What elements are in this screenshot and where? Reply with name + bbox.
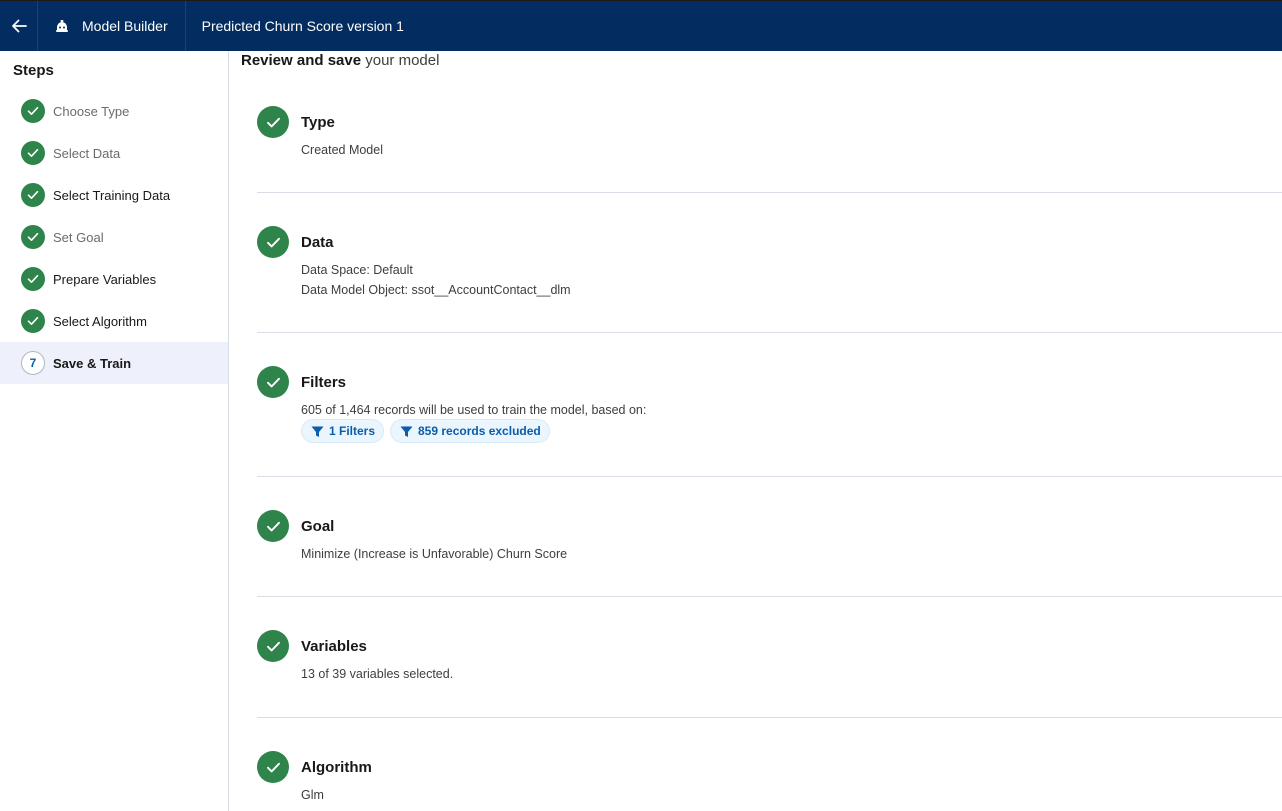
pill-label: 859 records excluded (418, 424, 541, 438)
steps-sidebar: Steps Choose Type Select Data Select Tra… (0, 51, 229, 811)
section-line: Glm (301, 788, 324, 802)
section-line: Data Space: Default (301, 263, 413, 277)
model-title: Predicted Churn Score version 1 (201, 18, 404, 34)
check-circle-icon (257, 226, 289, 258)
step-label: Save & Train (53, 355, 132, 371)
review-section-variables: Variables 13 of 39 variables selected. (257, 597, 1282, 718)
review-section-filters: Filters 605 of 1,464 records will be use… (257, 333, 1282, 477)
app-title: Model Builder (82, 18, 168, 34)
page-heading: Review and save your model (241, 52, 439, 69)
step-label: Choose Type (53, 103, 130, 119)
check-circle-icon (257, 751, 289, 783)
review-section-data: Data Data Space: Default Data Model Obje… (257, 193, 1282, 333)
page-heading-bold: Review and save (241, 52, 362, 69)
section-title: Algorithm (301, 759, 372, 776)
check-icon (21, 99, 45, 123)
section-title: Filters (301, 374, 347, 391)
section-title: Variables (301, 638, 367, 655)
section-line: 13 of 39 variables selected. (301, 667, 454, 681)
einstein-icon (54, 18, 70, 34)
back-button[interactable] (0, 1, 38, 51)
step-choose-type[interactable]: Choose Type (0, 90, 228, 132)
step-select-algorithm[interactable]: Select Algorithm (0, 300, 228, 342)
steps-title: Steps (13, 62, 54, 79)
review-section-type: Type Created Model (257, 103, 1282, 193)
step-label: Set Goal (53, 229, 104, 245)
check-circle-icon (257, 510, 289, 542)
arrow-left-icon (11, 19, 27, 33)
page-heading-rest: your model (365, 52, 440, 69)
section-line: 605 of 1,464 records will be used to tra… (301, 403, 647, 417)
check-icon (21, 267, 45, 291)
check-circle-icon (257, 630, 289, 662)
step-label: Select Training Data (53, 187, 171, 203)
step-select-training-data[interactable]: Select Training Data (0, 174, 228, 216)
step-save-train[interactable]: 7 Save & Train (0, 342, 228, 384)
check-circle-icon (257, 106, 289, 138)
global-header: Model Builder Predicted Churn Score vers… (0, 0, 1282, 51)
section-title: Goal (301, 518, 335, 535)
filters-count-pill[interactable]: 1 Filters (301, 419, 385, 443)
app-launcher[interactable]: Model Builder (38, 1, 186, 51)
filter-icon (311, 426, 324, 437)
section-line: Minimize (Increase is Unfavorable) Churn… (301, 547, 568, 561)
check-icon (21, 183, 45, 207)
step-label: Prepare Variables (53, 271, 157, 287)
filter-icon (400, 426, 413, 437)
check-circle-icon (257, 366, 289, 398)
section-title: Data (301, 234, 334, 251)
check-icon (21, 225, 45, 249)
step-label: Select Data (53, 145, 121, 161)
check-icon (21, 141, 45, 165)
records-excluded-pill[interactable]: 859 records excluded (390, 419, 550, 443)
step-label: Select Algorithm (53, 313, 147, 329)
section-title: Type (301, 114, 335, 131)
check-icon (21, 309, 45, 333)
section-line: Data Model Object: ssot__AccountContact_… (301, 283, 571, 297)
pill-label: 1 Filters (329, 424, 376, 438)
section-line: Created Model (301, 143, 383, 157)
step-number: 7 (21, 351, 45, 375)
review-section-algorithm: Algorithm Glm (257, 718, 1282, 811)
review-section-goal: Goal Minimize (Increase is Unfavorable) … (257, 477, 1282, 597)
main-content: Review and save your model Type Created … (229, 51, 1282, 811)
step-select-data[interactable]: Select Data (0, 132, 228, 174)
step-prepare-variables[interactable]: Prepare Variables (0, 258, 228, 300)
step-set-goal[interactable]: Set Goal (0, 216, 228, 258)
